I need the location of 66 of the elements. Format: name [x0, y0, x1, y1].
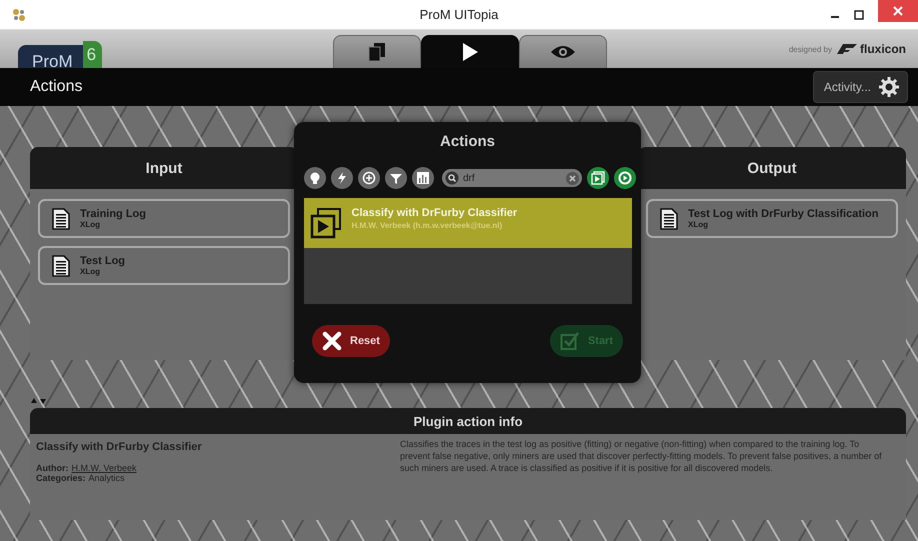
checkbox-icon [560, 331, 580, 351]
collapse-icon[interactable] [30, 397, 48, 405]
chart-filter-button[interactable] [412, 167, 434, 189]
item-name: Test Log [80, 255, 126, 267]
log-item[interactable]: Training Log XLog [38, 199, 290, 238]
panel-title: Input [146, 160, 182, 176]
bulb-icon [308, 171, 322, 185]
plugin-view-button[interactable] [587, 167, 609, 189]
panel-title: Output [747, 160, 797, 176]
maximize-icon[interactable] [854, 10, 864, 20]
view-tab[interactable] [421, 35, 519, 68]
eye-icon [550, 44, 576, 60]
plus-icon [362, 171, 376, 185]
item-type: XLog [80, 220, 101, 229]
brand-name: fluxicon [860, 42, 906, 56]
item-type: XLog [80, 267, 101, 276]
search-input[interactable]: drf [463, 172, 562, 184]
brand-icon [834, 43, 857, 55]
page-title: Actions [30, 78, 82, 96]
view-tab[interactable] [519, 35, 607, 68]
lightning-filter-button[interactable] [331, 167, 353, 189]
plugin-name: Classify with DrFurby Classifier [352, 206, 518, 218]
plugin-name: Classify with DrFurby Classifier [36, 441, 203, 453]
document-icon [52, 254, 70, 276]
author-label: Author: [36, 463, 68, 473]
close-icon [893, 6, 903, 16]
gear-icon [879, 77, 899, 97]
plugin-icon [310, 207, 342, 239]
bulb-filter-button[interactable] [304, 167, 326, 189]
credit-text: designed by [788, 44, 832, 54]
pages-icon [368, 42, 386, 62]
document-icon [52, 208, 70, 230]
activity-button[interactable]: Activity... [812, 71, 908, 103]
window-title: ProM UITopia [420, 7, 498, 22]
item-type: XLog [688, 220, 709, 229]
categories-label: Categories: [36, 473, 86, 483]
author-link[interactable]: H.M.W. Verbeek [72, 463, 137, 473]
panel-title: Plugin action info [413, 414, 523, 428]
dialog-title: Actions [440, 133, 495, 150]
plugin-description: Classifies the traces in the test log as positive (fitting) or negative (non-fitting) when compared to the training log. To prevent false negative, only miners are used that discover perfectly-fitting models. To prevent false positives, a number of such miners are used. A trace is classified as positive if it is positive for all discovered models. [400, 438, 883, 475]
funnel-filter-button[interactable] [385, 167, 407, 189]
log-item[interactable]: Test Log XLog [38, 246, 290, 285]
prom-logo: ProM 6 [18, 38, 318, 68]
funnel-icon [389, 171, 403, 185]
reset-button[interactable]: Reset [312, 325, 390, 357]
categories-value: Analytics [88, 473, 125, 483]
document-icon [660, 208, 678, 230]
item-name: Training Log [80, 208, 146, 220]
lightning-icon [335, 171, 349, 185]
play-icon [461, 42, 479, 62]
item-name: Test Log with DrFurby Classification [688, 208, 878, 220]
search-field[interactable]: drf [442, 169, 582, 187]
app-icon [12, 8, 26, 22]
play-window-icon [591, 171, 605, 185]
chart-icon [416, 171, 430, 185]
play-circle-icon [618, 171, 632, 185]
cross-icon [322, 331, 342, 351]
log-item[interactable]: Test Log with DrFurby Classification XLog [646, 199, 898, 238]
plugin-row[interactable]: Classify with DrFurby Classifier H.M.W. Verbeek (h.m.w.verbeek@tue.nl) [304, 198, 632, 248]
view-tab[interactable] [333, 35, 421, 68]
clear-icon[interactable] [566, 172, 579, 184]
run-button[interactable] [614, 167, 636, 189]
close-button[interactable] [878, 0, 918, 22]
search-icon [445, 171, 459, 185]
plus-filter-button[interactable] [358, 167, 380, 189]
plugin-author: H.M.W. Verbeek (h.m.w.verbeek@tue.nl) [352, 220, 504, 230]
